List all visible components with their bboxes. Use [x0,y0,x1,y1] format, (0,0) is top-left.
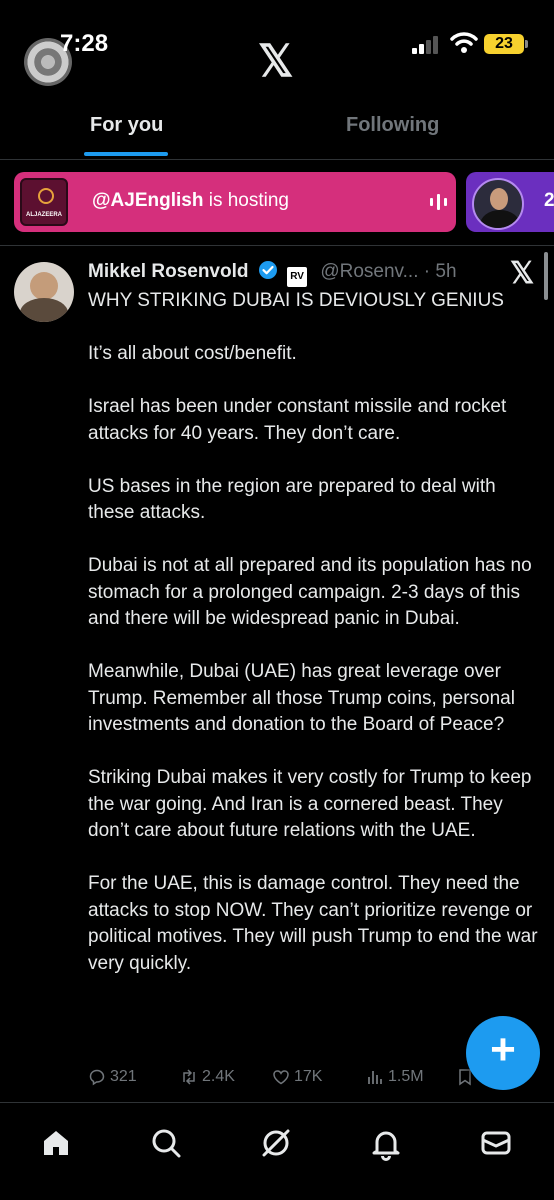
author-name[interactable]: Mikkel Rosenvold [88,261,249,282]
wifi-icon [450,32,478,53]
x-icon: 𝕏 [510,257,535,290]
scrollbar[interactable] [544,252,548,300]
active-tab-indicator [84,152,168,156]
views-count: 1.5M [388,1068,424,1085]
tweet-paragraph: Israel has been under constant missile a… [88,396,507,444]
cellular-signal-icon [412,36,442,54]
tweet-paragraph: Meanwhile, Dubai (UAE) has great leverag… [88,661,515,735]
repost-button[interactable]: 2.4K [180,1068,235,1086]
aljazeera-logo: ALJAZEERA [20,178,68,226]
space-card-2[interactable]: 2 [466,172,554,232]
reply-count: 321 [110,1068,137,1085]
messages-icon [481,1131,511,1155]
nav-notifications[interactable] [368,1125,404,1161]
status-time: 7:28 [60,30,109,57]
spaces-bar: ALJAZEERA @AJEnglish is hosting 2 [0,168,554,246]
audio-bars-icon [430,194,448,210]
like-button[interactable]: 17K [272,1068,322,1086]
compose-button[interactable]: + [466,1016,540,1090]
space-host-handle: @AJEnglish [92,190,204,211]
reply-button[interactable]: 321 [88,1068,137,1086]
tweet-paragraph: Dubai is not at all prepared and its pop… [88,555,532,629]
home-icon [44,1131,68,1155]
tweet-paragraph: WHY STRIKING DUBAI IS DEVIOUSLY GENIUS [88,290,504,311]
battery-level: 23 [495,35,513,52]
space-card-ajenglish[interactable]: ALJAZEERA @AJEnglish is hosting [14,172,456,232]
space-host-avatar [472,178,524,230]
status-bar: 7:28 𝕏 23 [0,0,554,86]
space-host-label: @AJEnglish is hosting [92,190,289,212]
tweet-paragraph: For the UAE, this is damage control. The… [88,873,538,974]
nav-messages[interactable] [478,1125,514,1161]
repost-count: 2.4K [202,1068,235,1085]
aljazeera-emblem-icon [38,188,54,204]
tweet-paragraph: US bases in the region are prepared to d… [88,475,496,524]
affiliate-badge-icon: RV [287,267,308,287]
plus-icon: + [490,1025,516,1074]
tab-following[interactable]: Following [346,114,439,137]
timeline-tabs: For you Following [0,100,554,160]
space-host-suffix: is hosting [203,190,289,211]
repost-icon [183,1069,195,1085]
nav-search[interactable] [148,1125,184,1161]
tweet-actions: 321 2.4K 17K 1.5M [88,1068,528,1092]
nav-home[interactable] [38,1125,74,1161]
heart-icon [273,1070,289,1085]
aljazeera-logo-text: ALJAZEERA [25,212,62,218]
author-handle[interactable]: @Rosenv... [320,261,418,282]
bottom-nav [0,1102,554,1200]
reply-icon [89,1069,105,1086]
verified-badge-icon [258,261,277,279]
x-logo: 𝕏 [258,37,294,86]
search-icon [152,1129,181,1158]
space-listener-count: 2 [544,190,554,211]
views-icon [368,1071,382,1084]
tweet-header: Mikkel Rosenvold RV @Rosenv... · 5h [88,260,457,287]
battery-indicator: 23 [484,34,528,54]
grok-icon [262,1129,290,1157]
tab-for-you[interactable]: For you [90,114,163,137]
views-button[interactable]: 1.5M [366,1068,424,1086]
separator-dot: · [423,261,431,282]
tweet-text: WHY STRIKING DUBAI IS DEVIOUSLY GENIUS I… [88,288,544,977]
author-avatar[interactable] [14,262,74,322]
tweet-paragraph: It’s all about cost/benefit. [88,343,297,364]
tweet[interactable]: Mikkel Rosenvold RV @Rosenv... · 5h 𝕏 WH… [0,246,554,1101]
like-count: 17K [294,1068,323,1085]
nav-grok[interactable] [258,1125,294,1161]
tweet-time[interactable]: 5h [435,261,456,282]
tweet-paragraph: Striking Dubai makes it very costly for … [88,767,532,841]
notifications-icon [372,1131,400,1161]
